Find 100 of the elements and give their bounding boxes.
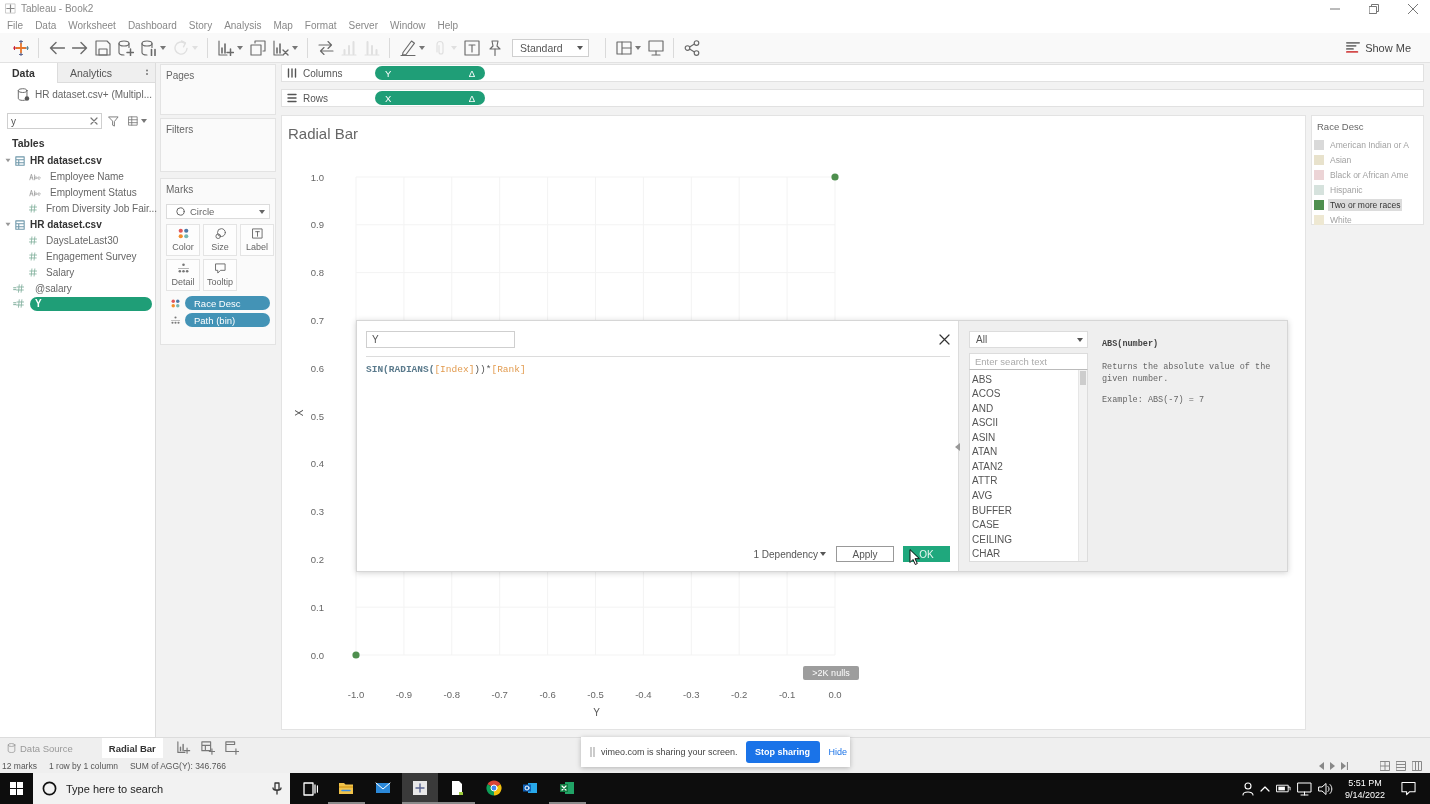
caret-icon[interactable] <box>418 45 425 50</box>
field-pill[interactable]: X Δ <box>375 91 485 105</box>
function-item[interactable]: ASCII <box>972 415 1078 431</box>
caret-icon[interactable] <box>236 45 243 50</box>
fit-select[interactable]: Standard <box>512 38 589 57</box>
function-search-field[interactable]: Enter search text <box>969 353 1088 370</box>
task-view-icon[interactable] <box>302 781 318 796</box>
new-story-icon[interactable] <box>224 741 239 755</box>
function-item[interactable]: ACOS <box>972 386 1078 402</box>
list-view-icon[interactable] <box>1396 760 1406 771</box>
grid-view-icon[interactable] <box>1380 760 1390 771</box>
microphone-icon[interactable] <box>272 782 282 795</box>
person-icon[interactable] <box>1241 781 1254 796</box>
back-icon[interactable] <box>48 39 65 56</box>
field-item[interactable]: Employee Name <box>45 169 129 184</box>
pane-menu-icon[interactable] <box>145 69 149 76</box>
duplicate-icon[interactable] <box>249 39 266 56</box>
table-item[interactable]: HR dataset.csv <box>25 217 107 232</box>
data-point[interactable] <box>352 651 360 659</box>
legend-item[interactable]: Two or more races <box>1328 198 1403 211</box>
caret-icon[interactable] <box>159 45 166 50</box>
mark-property-button[interactable]: Tooltip <box>203 259 237 291</box>
menu-item[interactable]: Help <box>431 19 465 31</box>
monitor-icon[interactable] <box>1296 781 1312 796</box>
clear-icon[interactable] <box>90 117 98 125</box>
menu-item[interactable]: File <box>1 19 30 31</box>
previous-icon[interactable] <box>1319 761 1324 770</box>
data-source-name[interactable]: HR dataset.csv+ (Multipl... <box>35 88 152 100</box>
next-icon[interactable] <box>1330 761 1335 770</box>
search-field[interactable]: y <box>7 113 102 129</box>
function-item[interactable]: ABS <box>972 372 1078 387</box>
clock[interactable]: 5:51 PM 9/14/2022 <box>1344 776 1385 801</box>
menu-item[interactable]: Analysis <box>218 19 268 31</box>
database-pause-icon[interactable] <box>140 39 157 56</box>
new-sheet-icon[interactable] <box>176 741 191 755</box>
battery-icon[interactable] <box>1275 782 1291 795</box>
field-item[interactable]: Engagement Survey <box>41 249 142 264</box>
caret-icon[interactable] <box>1077 337 1083 342</box>
function-item[interactable]: BUFFER <box>972 502 1078 518</box>
filmstrip-icon[interactable] <box>1412 760 1422 771</box>
text-box-icon[interactable] <box>463 39 480 56</box>
caret-icon[interactable] <box>141 119 147 123</box>
field-item[interactable]: Salary <box>41 265 80 280</box>
pane-tab[interactable]: Analytics <box>57 63 155 83</box>
chart-plus-icon[interactable] <box>217 39 234 56</box>
chevron-up-icon[interactable] <box>1259 784 1270 793</box>
field-pill[interactable]: Race Desc <box>185 296 270 310</box>
function-item[interactable]: CASE <box>972 517 1078 532</box>
hide-link[interactable]: Hide <box>828 747 848 757</box>
chart-clear-icon[interactable] <box>272 39 289 56</box>
speaker-icon[interactable] <box>1317 781 1333 796</box>
scrollbar[interactable] <box>1078 370 1087 561</box>
menu-item[interactable]: Map <box>267 19 299 31</box>
data-point[interactable] <box>831 173 839 181</box>
caret-icon[interactable] <box>577 45 583 50</box>
function-item[interactable]: AVG <box>972 488 1078 503</box>
mark-property-button[interactable]: Detail <box>166 259 200 291</box>
function-item[interactable]: CEILING <box>972 531 1078 547</box>
field-item[interactable]: From Diversity Job Fair... <box>41 201 163 216</box>
caret-icon[interactable] <box>820 552 826 556</box>
field-item[interactable]: Y <box>30 296 152 311</box>
menu-item[interactable]: Window <box>383 19 432 31</box>
forward-icon[interactable] <box>71 39 88 56</box>
function-item[interactable]: CHAR <box>972 546 1078 561</box>
function-item[interactable]: ATAN <box>972 444 1078 460</box>
function-item[interactable]: ATTR <box>972 473 1078 489</box>
grid-view-icon[interactable] <box>128 116 138 126</box>
menu-item[interactable]: Server <box>342 19 384 31</box>
mark-property-button[interactable]: Size <box>203 224 237 256</box>
caret-down-icon[interactable] <box>5 158 11 164</box>
apply-button[interactable]: Apply <box>836 546 894 562</box>
field-item[interactable]: @salary <box>30 281 77 296</box>
table-item[interactable]: HR dataset.csv <box>25 153 107 168</box>
calculation-name-field[interactable]: Y <box>366 331 515 348</box>
caret-down-icon[interactable] <box>5 222 11 227</box>
caret-icon[interactable] <box>259 209 265 214</box>
function-item[interactable]: AND <box>972 401 1078 416</box>
taskbar-search-field[interactable]: Type here to search <box>33 773 290 804</box>
caret-icon[interactable] <box>634 45 641 50</box>
menu-item[interactable]: Worksheet <box>62 19 122 31</box>
category-select[interactable]: All <box>969 331 1088 348</box>
database-plus-icon[interactable] <box>117 39 134 56</box>
formula-editor[interactable]: SIN(RADIANS([Index]))*[Rank] <box>366 364 950 546</box>
panels-icon[interactable] <box>615 39 632 56</box>
close-icon[interactable] <box>939 334 950 345</box>
drag-handle-icon[interactable] <box>590 747 595 757</box>
menu-item[interactable]: Dashboard <box>121 19 183 31</box>
swap-arrows-icon[interactable] <box>317 39 334 56</box>
mark-type-select[interactable]: Circle <box>166 204 270 219</box>
caret-icon[interactable] <box>291 45 298 50</box>
menu-item[interactable]: Data <box>29 19 63 31</box>
sheet-tab[interactable]: Radial Bar <box>101 738 163 758</box>
menu-item[interactable]: Story <box>182 19 219 31</box>
mark-property-button[interactable]: Label <box>240 224 274 256</box>
last-icon[interactable] <box>1341 761 1348 770</box>
field-item[interactable]: Employment Status <box>45 185 142 200</box>
menu-item[interactable]: Format <box>298 19 343 31</box>
function-item[interactable]: ATAN2 <box>972 459 1078 474</box>
field-pill[interactable]: Y Δ <box>375 66 485 80</box>
show-me-button[interactable]: Show Me <box>1346 40 1411 55</box>
